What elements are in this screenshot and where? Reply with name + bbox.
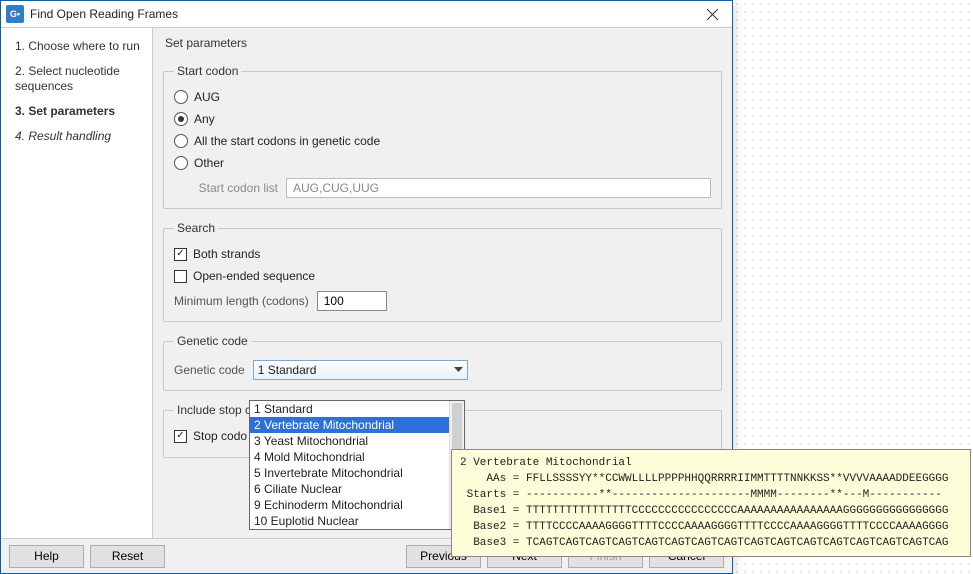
checkbox-icon: [174, 270, 187, 283]
dropdown-option[interactable]: 3 Yeast Mitochondrial: [250, 433, 464, 449]
sidebar-step-label: 2. Select nucleotide sequences: [15, 64, 120, 93]
genetic-code-label: Genetic code: [174, 363, 245, 377]
dropdown-option[interactable]: 2 Vertebrate Mitochondrial: [250, 417, 464, 433]
dropdown-option[interactable]: 6 Ciliate Nuclear: [250, 481, 464, 497]
radio-icon: [174, 112, 188, 126]
radio-label: Other: [194, 152, 224, 174]
sidebar-step-1[interactable]: 1. Choose where to run: [1, 34, 152, 59]
dropdown-option[interactable]: 4 Mold Mitochondrial: [250, 449, 464, 465]
genetic-code-legend: Genetic code: [174, 334, 251, 348]
wizard-sidebar: 1. Choose where to run 2. Select nucleot…: [1, 28, 153, 538]
sidebar-step-label: 1. Choose where to run: [15, 39, 140, 53]
window-title: Find Open Reading Frames: [30, 7, 692, 21]
radio-icon: [174, 156, 188, 170]
checkbox-label: Stop codo: [193, 425, 247, 447]
start-codon-list-label: Start codon list: [192, 181, 278, 195]
search-group: Search ✓ Both strands Open-ended sequenc…: [163, 221, 722, 322]
dropdown-option[interactable]: 5 Invertebrate Mitochondrial: [250, 465, 464, 481]
close-icon[interactable]: [692, 1, 732, 28]
start-codon-group: Start codon AUG Any All the start codons…: [163, 64, 722, 209]
radio-aug[interactable]: AUG: [174, 86, 711, 108]
help-button[interactable]: Help: [9, 545, 84, 568]
sidebar-step-2[interactable]: 2. Select nucleotide sequences: [1, 59, 152, 99]
checkbox-open-ended[interactable]: Open-ended sequence: [174, 265, 711, 287]
checkbox-both-strands[interactable]: ✓ Both strands: [174, 243, 711, 265]
checkbox-icon: ✓: [174, 430, 187, 443]
start-codon-list-input: AUG,CUG,UUG: [286, 178, 711, 198]
checkbox-label: Open-ended sequence: [193, 265, 315, 287]
reset-button[interactable]: Reset: [90, 545, 165, 568]
radio-icon: [174, 90, 188, 104]
search-legend: Search: [174, 221, 218, 235]
genetic-code-dropdown[interactable]: 1 Standard 2 Vertebrate Mitochondrial 3 …: [249, 400, 465, 530]
titlebar: G• Find Open Reading Frames: [1, 1, 732, 28]
min-length-input[interactable]: [317, 291, 387, 311]
checkbox-label: Both strands: [193, 243, 260, 265]
radio-icon: [174, 134, 188, 148]
checkbox-icon: ✓: [174, 248, 187, 261]
radio-any[interactable]: Any: [174, 108, 711, 130]
dropdown-option[interactable]: 10 Euplotid Nuclear: [250, 513, 464, 529]
radio-other[interactable]: Other: [174, 152, 711, 174]
sidebar-step-label: 4. Result handling: [15, 129, 111, 143]
panel-title: Set parameters: [165, 36, 722, 50]
sidebar-step-4[interactable]: 4. Result handling: [1, 124, 152, 149]
scroll-thumb[interactable]: [452, 403, 462, 455]
radio-all-start[interactable]: All the start codons in genetic code: [174, 130, 711, 152]
dropdown-option[interactable]: 1 Standard: [250, 401, 464, 417]
genetic-code-group: Genetic code Genetic code 1 Standard: [163, 334, 722, 391]
app-icon: G•: [6, 5, 24, 23]
radio-label: All the start codons in genetic code: [194, 130, 380, 152]
combobox-value: 1 Standard: [258, 363, 317, 377]
genetic-code-combobox[interactable]: 1 Standard: [253, 360, 468, 380]
sidebar-step-label: 3. Set parameters: [15, 104, 115, 118]
include-stop-legend: Include stop co: [174, 403, 261, 417]
min-length-label: Minimum length (codons): [174, 294, 309, 308]
sidebar-step-3[interactable]: 3. Set parameters: [1, 99, 152, 124]
radio-label: Any: [194, 108, 215, 130]
dropdown-option[interactable]: 9 Echinoderm Mitochondrial: [250, 497, 464, 513]
genetic-code-tooltip: 2 Vertebrate Mitochondrial AAs = FFLLSSS…: [451, 449, 971, 557]
radio-label: AUG: [194, 86, 220, 108]
start-codon-legend: Start codon: [174, 64, 241, 78]
chevron-down-icon: [454, 367, 463, 373]
